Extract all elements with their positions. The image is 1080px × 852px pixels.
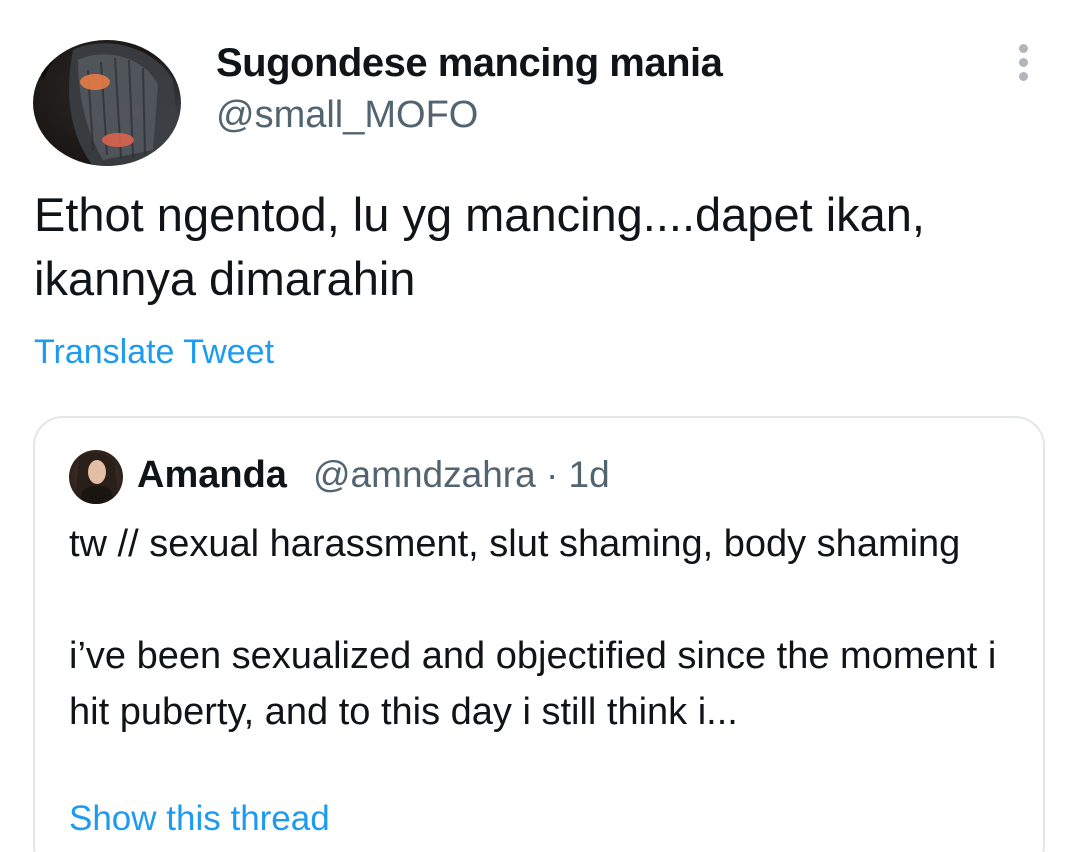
quoted-author-display-name[interactable]: Amanda [137, 454, 287, 497]
author-handle[interactable]: @small_MOFO [216, 94, 478, 137]
quoted-tweet-card[interactable]: Amanda @amndzahra · 1d tw // sexual hara… [33, 416, 1045, 852]
quoted-author-avatar[interactable] [69, 450, 123, 504]
author-display-name[interactable]: Sugondese mancing mania [216, 41, 723, 86]
tweet-text: Ethot ngentod, lu yg mancing....dapet ik… [34, 188, 925, 305]
quoted-author-handle-time[interactable]: @amndzahra · 1d [313, 454, 610, 496]
author-avatar[interactable] [33, 40, 181, 166]
quoted-tweet-text: tw // sexual harassment, slut shaming, b… [69, 523, 997, 733]
tweet-detail: Sugondese mancing mania @small_MOFO Etho… [0, 0, 1080, 852]
more-vertical-icon[interactable] [1010, 42, 1038, 84]
translate-tweet-link[interactable]: Translate Tweet [34, 333, 274, 372]
show-thread-link[interactable]: Show this thread [69, 799, 330, 839]
